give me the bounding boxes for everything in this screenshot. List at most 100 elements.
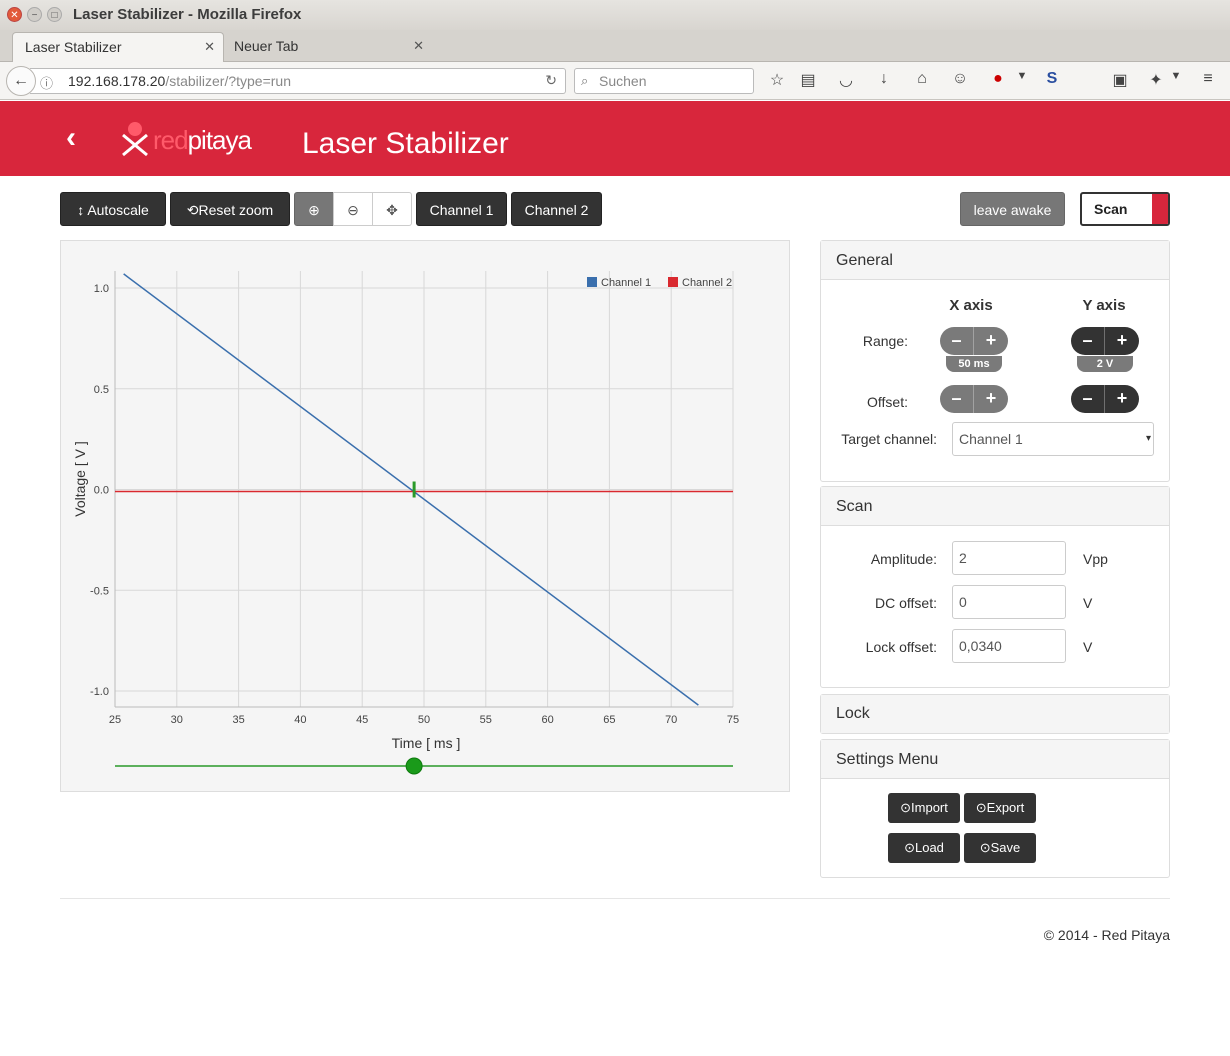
chevron-down-icon[interactable]: ▼ [1166,70,1186,82]
save-button[interactable]: ⊙Save [964,833,1036,863]
y-range-stepper: – + [1071,327,1139,355]
search-placeholder: Suchen [599,73,647,89]
url-bar[interactable]: ⓘ 192.168.178.20/stabilizer/?type=run ↻ [30,68,566,94]
bookmark-star-icon[interactable]: ☆ [767,70,787,90]
y-offset-minus-button[interactable]: – [1071,385,1105,413]
export-button[interactable]: ⊙Export [964,793,1036,823]
dc-offset-unit: V [1083,595,1093,611]
x-tick-label: 45 [356,714,368,726]
tab-close-icon[interactable]: ✕ [413,32,424,60]
settings-panel-title: Settings Menu [821,740,1169,779]
import-button[interactable]: ⊙Import [888,793,960,823]
addon-s-icon[interactable]: S [1042,70,1062,88]
scan-toggle-button[interactable]: Scan [1080,192,1170,226]
footer-copyright: © 2014 - Red Pitaya [1043,927,1170,943]
y-axis-label: Voltage [ V ] [72,441,88,517]
autoscale-icon: ↕ [77,202,85,218]
info-icon[interactable]: ⓘ [40,73,53,92]
back-chevron-icon[interactable]: ‹ [66,121,76,155]
x-offset-stepper: – + [940,385,1008,413]
window-title: Laser Stabilizer - Mozilla Firefox [73,6,302,23]
y-tick-label: 0.5 [94,384,109,396]
tab-new-tab[interactable]: Neuer Tab ✕ [222,32,432,62]
red-pitaya-logo: redpitaya [117,115,277,161]
general-panel-title: General [821,241,1169,280]
y-range-value: 2 V [1077,356,1133,372]
x-tick-label: 75 [727,714,739,726]
menu-hamburger-icon[interactable]: ≡ [1198,70,1218,88]
load-button[interactable]: ⊙Load [888,833,960,863]
move-icon: ✥ [386,202,398,218]
tab-laser-stabilizer[interactable]: Laser Stabilizer ✕ [12,32,224,62]
amplitude-unit: Vpp [1083,551,1108,567]
leave-awake-button[interactable]: leave awake [960,192,1065,226]
legend-swatch-channel-1 [587,277,597,287]
autoscale-label: Autoscale [87,202,149,218]
channel-2-button[interactable]: Channel 2 [511,192,602,226]
y-tick-label: -0.5 [90,585,109,597]
tab-label: Laser Stabilizer [25,39,122,55]
autoscale-button[interactable]: ↕ Autoscale [60,192,166,226]
y-range-plus-button[interactable]: + [1105,327,1139,355]
window-minimize-button[interactable]: − [27,7,42,22]
range-label: Range: [862,333,908,349]
window-close-button[interactable]: ✕ [7,7,22,22]
window-maximize-button[interactable]: □ [47,7,62,22]
plot-area[interactable]: 25 30 35 40 45 50 55 60 65 70 75 1.0 0.5 0.0 -0.5 -1.0 … [60,240,790,792]
reset-zoom-button[interactable]: ⟲Reset zoom [170,192,290,226]
target-channel-label: Target channel: [841,431,937,447]
channel-1-button[interactable]: Channel 1 [416,192,507,226]
search-input[interactable]: ⌕ Suchen [574,68,754,94]
y-tick-label: 1.0 [94,283,109,295]
window-titlebar: ✕ − □ Laser Stabilizer - Mozilla Firefox [0,0,1230,30]
import-label: Import [911,800,948,815]
download-icon[interactable]: ↓ [874,70,894,88]
chat-icon[interactable]: ☺ [950,70,970,88]
logo-text: redpitaya [153,125,252,155]
tab-close-icon[interactable]: ✕ [204,33,215,61]
adblock-icon[interactable]: ● [988,70,1008,88]
upload-icon: ⊙ [979,840,991,855]
plot-svg[interactable]: 25 30 35 40 45 50 55 60 65 70 751.00.50.0-0.5-1.0 … [61,241,789,791]
y-range-minus-button[interactable]: – [1071,327,1105,355]
scan-indicator [1152,194,1168,224]
reading-list-icon[interactable]: ▤ [798,70,818,90]
x-offset-minus-button[interactable]: – [940,385,974,413]
dc-offset-input[interactable]: 0 [952,585,1066,619]
navigation-bar: ⓘ 192.168.178.20/stabilizer/?type=run ↻ … [0,62,1230,100]
search-icon: ⌕ [581,73,589,88]
zoom-out-icon: ⊖ [347,202,359,218]
zoom-in-button[interactable]: ⊕ [294,192,334,226]
tab-label: Neuer Tab [234,38,299,54]
amplitude-input[interactable]: 2 [952,541,1066,575]
scan-panel: Scan Amplitude: 2 Vpp DC offset: 0 V Loc… [820,486,1170,688]
url-host: 192.168.178.20 [68,73,166,89]
screenshot-icon[interactable]: ▣ [1110,70,1130,90]
y-offset-stepper: – + [1071,385,1139,413]
extension-icon[interactable]: ✦ [1146,70,1166,90]
x-range-minus-button[interactable]: – [940,327,974,355]
zoom-out-button[interactable]: ⊖ [333,192,373,226]
y-tick-label: 0.0 [94,485,109,497]
target-channel-select[interactable]: Channel 1 ▾ [952,422,1154,456]
pan-button[interactable]: ✥ [372,192,412,226]
legend-label-channel-2: Channel 2 [682,277,732,289]
reset-icon: ⟲ [186,202,199,218]
x-tick-label: 60 [541,714,553,726]
home-icon[interactable]: ⌂ [912,70,932,88]
chevron-down-icon[interactable]: ▼ [1012,70,1032,82]
pocket-icon[interactable]: ◡ [836,70,856,90]
y-offset-plus-button[interactable]: + [1105,385,1139,413]
back-button[interactable]: ← [6,66,36,96]
x-range-plus-button[interactable]: + [974,327,1008,355]
url-path: /stabilizer/?type=run [165,73,292,89]
x-tick-label: 40 [294,714,306,726]
reload-icon[interactable]: ↻ [545,72,557,89]
general-panel: General X axis Y axis Range: – + 50 ms –… [820,240,1170,482]
lock-offset-input[interactable]: 0,0340 [952,629,1066,663]
reset-zoom-label: Reset zoom [198,202,274,218]
lock-position-slider-handle[interactable] [405,757,423,775]
lock-panel[interactable]: Lock [820,694,1170,734]
lock-panel-title: Lock [821,695,1169,733]
x-offset-plus-button[interactable]: + [974,385,1008,413]
